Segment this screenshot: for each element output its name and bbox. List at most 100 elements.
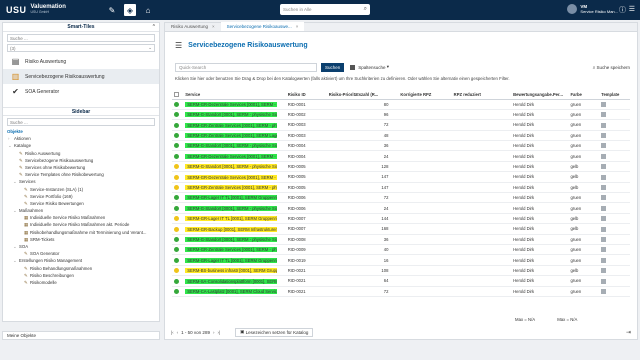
row-select[interactable]	[172, 109, 184, 121]
table-row[interactable]: SERM-G-Standort [0001], SERM - physische…	[172, 140, 630, 152]
row-select[interactable]	[172, 161, 184, 173]
cell-template[interactable]	[599, 202, 630, 214]
first-page-icon[interactable]: |‹	[171, 330, 174, 335]
cell-template[interactable]	[599, 275, 630, 287]
row-select[interactable]	[172, 234, 184, 245]
export-icon[interactable]: ⇥	[626, 329, 631, 336]
cell-template[interactable]	[599, 213, 630, 225]
template-checkbox[interactable]	[601, 268, 607, 274]
tab-servicebezogene-risikoauswertung[interactable]: Servicebezogene Risikoauswe... ×	[220, 22, 305, 31]
sidebar-item[interactable]: ✎ Risiko Auswertung	[3, 150, 159, 157]
cell-template[interactable]	[599, 150, 630, 162]
sidebar-item[interactable]: ⌄ Kataloge	[3, 142, 159, 149]
menu-icon[interactable]: ☰	[629, 5, 635, 13]
cell-service[interactable]: SERM-G-Standort [0001], SERM - physische…	[183, 161, 286, 173]
row-select[interactable]	[172, 140, 184, 152]
sidebar-item[interactable]: ▦ Risikobehandlungsmaßnahme mit Terminier…	[3, 229, 159, 236]
cell-template[interactable]	[599, 192, 630, 204]
template-checkbox[interactable]	[601, 143, 607, 149]
sidebar-item[interactable]: ✎ Servicebezogene Risikoauswertung	[3, 157, 159, 164]
hamburger-icon[interactable]: ☰	[175, 41, 182, 50]
tab-risiko-auswertung[interactable]: Risiko Auswertung ×	[165, 22, 221, 31]
search-button[interactable]: Suchen	[321, 62, 345, 72]
save-search-button[interactable]: ⌕ Suche speichern	[593, 65, 630, 70]
cell-service[interactable]: SERM-SA-Consolidationsplattform [0001], …	[183, 275, 286, 287]
tile-risiko-auswertung[interactable]: ▤ Risiko Auswertung	[3, 54, 159, 69]
cell-service[interactable]: SERM-G-Standort [0001], SERM - physische…	[183, 109, 286, 121]
col-bewertungsangabe[interactable]: Bewertungsangabe.Per...	[511, 90, 569, 100]
template-checkbox[interactable]	[601, 195, 607, 201]
collapse-icon[interactable]: ⌃	[152, 23, 156, 32]
tile-soa-generator[interactable]: ✔ SOA Generator	[3, 84, 159, 99]
cell-service[interactable]: SERM-GR-Dezentrale Services [0001], SERM…	[183, 150, 286, 162]
quick-search-input[interactable]: Quick-Search	[175, 62, 317, 72]
table-row[interactable]: SERM-SA-Consolidationsplattform [0001], …	[172, 275, 630, 287]
sidebar-item[interactable]: ✎ SOA Generator	[3, 250, 159, 257]
sidebar-item[interactable]: › Aktionen	[3, 135, 159, 142]
row-select[interactable]	[172, 244, 184, 256]
cell-template[interactable]	[599, 234, 630, 245]
sidebar-item[interactable]: ✎ Risiko Beschreibungen	[3, 272, 159, 279]
cell-service[interactable]: SERM-GR-Lager IT TL [0001], SERM Gruppen…	[183, 192, 286, 204]
sidebar-item[interactable]: ✎ Services ohne Risikobewertung	[3, 164, 159, 171]
table-row[interactable]: SERM-GR-Lager IT TL [0001], SERM Gruppen…	[172, 254, 630, 266]
row-select[interactable]	[172, 99, 184, 110]
table-row[interactable]: SERM-GR-Dezentrale Services [0001], SERM…	[172, 150, 630, 162]
select-all-checkbox[interactable]	[174, 91, 179, 97]
cell-template[interactable]	[599, 182, 630, 194]
col-service[interactable]: Service	[183, 90, 286, 100]
col-farbe[interactable]: Farbe	[568, 90, 600, 100]
col-korrigierte-rpz[interactable]: Korrigierte RPZ	[398, 90, 452, 100]
template-checkbox[interactable]	[601, 164, 607, 170]
sidebar-item[interactable]: ⌄ Services	[3, 178, 159, 185]
table-row[interactable]: SERM-GR-Backup [0001], SERM Infrastruktu…	[172, 223, 630, 235]
template-checkbox[interactable]	[601, 174, 607, 180]
sidebar-item[interactable]: ⌄ Erstellungen Risiko Management	[3, 257, 159, 264]
edit-icon[interactable]: ✎	[106, 4, 118, 16]
template-checkbox[interactable]	[601, 133, 607, 139]
sidebar-item[interactable]: ⌄ Maßnahmen	[3, 207, 159, 214]
col-select[interactable]	[172, 90, 184, 100]
template-checkbox[interactable]	[601, 226, 607, 232]
template-checkbox[interactable]	[601, 247, 607, 253]
table-row[interactable]: SERM-GR-Zentrale Services [0001], SERM L…	[172, 130, 630, 142]
template-checkbox[interactable]	[601, 101, 607, 107]
home-icon[interactable]: ⌂	[142, 4, 154, 16]
row-select[interactable]	[172, 275, 184, 287]
cell-service[interactable]: SERM-GR-Zentrale Services [0001], SERM -…	[183, 244, 286, 256]
template-checkbox[interactable]	[601, 205, 607, 211]
col-template[interactable]: Template	[599, 90, 630, 100]
cell-template[interactable]	[599, 130, 630, 142]
table-row[interactable]: SERM-GR-Lager IT TL [0001], SERM Gruppen…	[172, 192, 630, 204]
table-row[interactable]: SERM-GR-Lager IT TL [0001], SERM Gruppen…	[172, 213, 630, 225]
table-row[interactable]: SERM-G-Standort [0001], SERM - physische…	[172, 202, 630, 214]
global-search-input[interactable]: Suchen in Alle ⌕	[280, 4, 370, 15]
table-row[interactable]: SERM-G-Standort [0001], SERM - physische…	[172, 161, 630, 173]
cell-service[interactable]: SERM-GR-Zentrale Services [0001], SERM -…	[183, 182, 286, 194]
template-checkbox[interactable]	[601, 216, 607, 222]
cell-service[interactable]: SERM-GR-Backup [0001], SERM Infrastruktu…	[183, 223, 286, 235]
sidebar-item[interactable]: ✎ Service Templates ohne Risikobewertung	[3, 171, 159, 178]
cell-template[interactable]	[599, 244, 630, 256]
table-row[interactable]: SERM-G-Standort [0001], SERM - physische…	[172, 109, 630, 121]
row-select[interactable]	[172, 150, 184, 162]
cell-service[interactable]: SERM-GR-Zentrale Services [0001], SERM L…	[183, 130, 286, 142]
column-search-toggle[interactable]: Spaltensuche ▾	[350, 64, 389, 70]
template-checkbox[interactable]	[601, 278, 607, 284]
cell-template[interactable]	[599, 265, 630, 277]
close-icon[interactable]: ×	[296, 22, 299, 31]
cell-template[interactable]	[599, 254, 630, 266]
row-select[interactable]	[172, 202, 184, 214]
cell-template[interactable]	[599, 99, 630, 110]
row-select[interactable]	[172, 213, 184, 225]
next-page-icon[interactable]: ›	[213, 330, 215, 335]
search-icon[interactable]: ⌕	[364, 6, 367, 13]
sidebar-item[interactable]: ✎ Service-Instanzen (SLA) (1)	[3, 186, 159, 193]
col-risiko-id[interactable]: Risiko ID	[285, 90, 327, 100]
table-row[interactable]: SERM-GR-Zentrale Services [0001], SERM -…	[172, 119, 630, 131]
row-select[interactable]	[172, 254, 184, 266]
row-select[interactable]	[172, 265, 184, 277]
cell-template[interactable]	[599, 140, 630, 152]
sidebar-item[interactable]: ✎ Service Risiko Bewertungen	[3, 200, 159, 207]
sidebar-item[interactable]: ▦ Individuelle Service Risiko Maßnahmen	[3, 214, 159, 221]
